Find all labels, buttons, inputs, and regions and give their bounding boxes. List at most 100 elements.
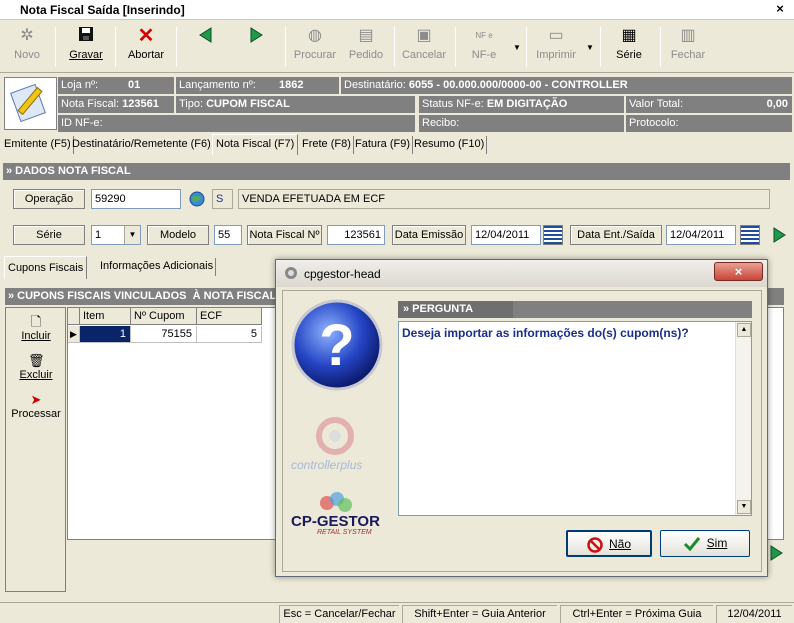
nota-numero-input[interactable]: 123561 <box>327 225 385 245</box>
serie-select[interactable]: 1 ▼ <box>91 225 141 245</box>
table-row-cupom[interactable]: 75155 <box>131 326 197 343</box>
barcode-icon: ▦ <box>621 27 637 44</box>
dialog-close-button[interactable]: × <box>714 262 763 281</box>
tab-frete[interactable]: Frete (F8) <box>300 136 354 154</box>
cancel-icon: ▣ <box>416 27 432 44</box>
recibo-field: Recibo: <box>419 115 624 132</box>
sim-button[interactable]: Sim <box>660 530 750 557</box>
search-icon: ◍ <box>308 27 322 44</box>
checkmark-icon <box>683 536 701 552</box>
serie-select-value: 1 <box>95 229 102 241</box>
app-icon <box>284 266 298 280</box>
window-title: Nota Fiscal Saída [Inserindo] <box>20 3 185 17</box>
operacao-input[interactable]: 59290 <box>91 189 181 209</box>
modelo-button[interactable]: Modelo <box>147 225 209 245</box>
dialog-message: Deseja importar as informações do(s) cup… <box>402 326 689 340</box>
excluir-button[interactable]: 🗑 Excluir <box>6 353 66 381</box>
serie-button[interactable]: ▦ Série <box>610 23 648 69</box>
next-button[interactable] <box>242 23 270 69</box>
table-row-ecf[interactable]: 5 <box>197 326 262 343</box>
confirm-dialog: cpgestor-head × ? controllerplus CP-GEST… <box>275 259 768 577</box>
procurar-button[interactable]: ◍ Procurar <box>292 23 338 69</box>
nota-numero-button[interactable]: Nota Fiscal Nº <box>247 225 322 245</box>
nao-label: Não <box>608 537 631 551</box>
arrow-right-icon[interactable] <box>768 545 784 561</box>
col-item[interactable]: Item <box>80 308 131 325</box>
cancelar-button[interactable]: ▣ Cancelar <box>400 23 448 69</box>
imprimir-dropdown-icon[interactable]: ▼ <box>586 43 594 52</box>
nota-fiscal-field: Nota Fiscal: 123561 <box>58 96 174 113</box>
novo-button[interactable]: ✲ Novo <box>8 23 46 69</box>
data-saida-button[interactable]: Data Ent./Saída <box>570 225 662 245</box>
tab-nota-fiscal[interactable]: Nota Fiscal (F7) <box>212 134 299 155</box>
serie-label-button[interactable]: Série <box>13 225 85 245</box>
data-emissao-input[interactable]: 12/04/2011 <box>471 225 541 245</box>
chevron-down-icon[interactable]: ▼ <box>124 226 140 244</box>
protocolo-field: Protocolo: <box>626 115 792 132</box>
arrow-right-icon[interactable] <box>771 227 787 243</box>
new-page-icon: 🗋 <box>30 314 42 329</box>
gravar-button[interactable]: Gravar <box>64 23 108 69</box>
processar-label: Processar <box>11 408 61 420</box>
tab-resumo[interactable]: Resumo (F10) <box>412 136 488 154</box>
gravar-label: Gravar <box>69 49 103 61</box>
modelo-input[interactable]: 55 <box>214 225 242 245</box>
order-icon: ▤ <box>358 27 374 44</box>
operacao-flag: S <box>212 189 233 209</box>
print-icon: ▭ <box>548 27 564 44</box>
document-edit-icon <box>4 77 57 130</box>
tab-cupons-fiscais[interactable]: Cupons Fiscais <box>4 256 88 279</box>
info-panel: Loja nº: 01 Lançamento nº: 1862 Destinatár… <box>3 75 792 132</box>
nfe-button[interactable]: NF e NF-e <box>462 23 506 69</box>
arrow-right-icon <box>245 26 267 46</box>
destinatario-field: Destinatário: 6055 - 00.000.000/0000-00 … <box>341 77 792 94</box>
scroll-up-icon[interactable]: ▲ <box>737 323 751 337</box>
pedido-label: Pedido <box>348 49 384 61</box>
tab-emitente[interactable]: Emitente (F5) <box>2 136 74 154</box>
status-shift: Shift+Enter = Guia Anterior <box>402 605 557 623</box>
procurar-label: Procurar <box>293 49 337 61</box>
question-icon: ? <box>291 299 383 391</box>
pedido-button[interactable]: ▤ Pedido <box>346 23 386 69</box>
row-indicator-header <box>68 308 80 325</box>
pergunta-label: » PERGUNTA <box>398 301 513 318</box>
calendar-icon[interactable] <box>543 225 563 245</box>
globe-search-icon[interactable] <box>189 191 205 207</box>
incluir-button[interactable]: 🗋 Incluir <box>6 314 66 342</box>
message-scrollbar[interactable]: ▲ ▼ <box>735 322 751 515</box>
trash-icon: 🗑 <box>28 353 45 368</box>
controllerplus-logo: controllerplus <box>291 458 363 472</box>
exit-door-icon: ▥ <box>680 27 696 44</box>
nfe-dropdown-icon[interactable]: ▼ <box>513 43 521 52</box>
tab-fatura[interactable]: Fatura (F9) <box>353 136 414 154</box>
nao-button[interactable]: Não <box>566 530 652 557</box>
cpgestor-logo: CP-GESTOR <box>291 513 380 530</box>
cupons-actions: 🗋 Incluir 🗑 Excluir ➤ Processar <box>5 307 66 592</box>
window-titlebar: Nota Fiscal Saída [Inserindo] × <box>0 0 794 20</box>
calendar-icon[interactable] <box>740 225 760 245</box>
row-pointer-icon: ▶ <box>68 326 80 343</box>
pergunta-header: » PERGUNTA <box>398 301 752 318</box>
fechar-button[interactable]: ▥ Fechar <box>668 23 708 69</box>
dados-nota-fiscal-header: » DADOS NOTA FISCAL <box>3 163 790 180</box>
scroll-down-icon[interactable]: ▼ <box>737 500 751 514</box>
abortar-button[interactable]: ✕ Abortar <box>124 23 168 69</box>
col-ecf[interactable]: ECF <box>197 308 262 325</box>
operacao-button[interactable]: Operação <box>13 189 85 209</box>
valor-total-field: Valor Total: 0,00 <box>626 96 792 113</box>
new-document-icon: ✲ <box>20 27 34 44</box>
tab-informacoes-adicionais[interactable]: Informações Adicionais <box>98 258 217 276</box>
message-box: Deseja importar as informações do(s) cup… <box>398 321 752 516</box>
col-cupom[interactable]: Nº Cupom <box>131 308 197 325</box>
dialog-title: cpgestor-head <box>304 267 381 281</box>
window-close-button[interactable]: × <box>772 1 788 17</box>
imprimir-button[interactable]: ▭ Imprimir <box>534 23 578 69</box>
table-row-item[interactable]: 1 <box>80 326 131 343</box>
tab-destinatario[interactable]: Destinatário/Remetente (F6) <box>70 136 214 154</box>
sim-label: Sim <box>706 536 728 550</box>
data-saida-input[interactable]: 12/04/2011 <box>666 225 736 245</box>
processar-button[interactable]: ➤ Processar <box>6 392 66 420</box>
previous-button[interactable] <box>192 23 220 69</box>
data-emissao-button[interactable]: Data Emissão <box>392 225 466 245</box>
status-ctrl: Ctrl+Enter = Próxima Guia <box>560 605 713 623</box>
